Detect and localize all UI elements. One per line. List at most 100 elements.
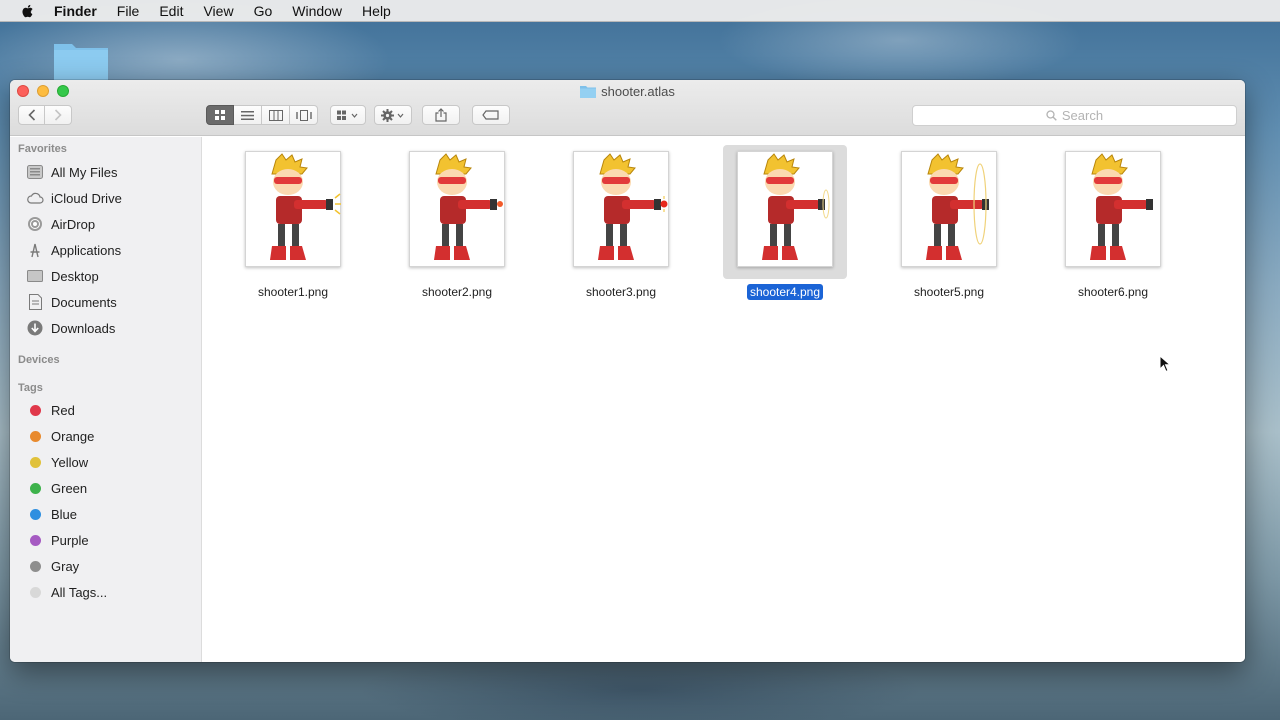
arrange-button[interactable] [330,105,366,125]
icon-view-button[interactable] [206,105,234,125]
tag-blue-dot-icon [30,508,41,520]
back-button[interactable] [18,105,45,125]
finder-window: shooter.atlas Search Favorites All My Fi… [10,80,1245,662]
tag-yellow-dot-icon [30,456,41,468]
gear-icon [381,108,404,122]
tag-all-dot-icon [30,586,41,598]
tag-orange-dot-icon [30,430,41,442]
file-thumb-bg [559,145,683,279]
search-field[interactable]: Search [912,105,1237,126]
sidebar-item-label: All My Files [51,164,118,180]
tags-header: Tags [18,382,43,394]
view-mode-control [206,105,318,125]
sidebar-item-label: Gray [51,558,80,574]
desktop-folder-icon[interactable] [52,38,110,82]
file-item[interactable]: shooter5.png [867,137,1017,307]
sidebar-item-label: Desktop [51,268,99,284]
sidebar-item-downloads[interactable]: Downloads [26,317,196,339]
file-grid: shooter1.png shooter2.png shooter3.png s… [203,137,1245,662]
sidebar-item-icloud-drive[interactable]: iCloud Drive [26,187,196,209]
tag-icon [482,110,499,120]
sidebar-item-label: Applications [51,242,122,258]
file-name-text: shooter2.png [421,285,493,299]
folder-icon [580,86,597,98]
menu-bar: Finder File Edit View Go Window Help [0,0,1280,22]
file-name: shooter1.png [211,285,375,299]
file-thumb-bg [887,145,1011,279]
file-item[interactable]: shooter3.png [539,137,689,307]
sidebar-all-tags[interactable]: All Tags... [26,581,196,603]
sidebar-item-desktop[interactable]: Desktop [26,265,196,287]
sidebar-tag-orange[interactable]: Orange [26,425,196,447]
action-button[interactable] [374,105,412,125]
sidebar: Favorites All My Files iCloud Drive AirD… [10,137,202,662]
sidebar-item-label: AirDrop [51,216,96,232]
sidebar-item-label: Green [51,480,88,496]
downloads-icon [26,319,44,337]
tags-button[interactable] [472,105,510,125]
sprite-thumbnail-icon [409,151,505,267]
sidebar-item-label: All Tags... [51,584,108,600]
menu-view[interactable]: View [203,3,233,19]
all-files-icon [26,163,44,181]
file-name-text: shooter3.png [585,285,657,299]
sidebar-tag-gray[interactable]: Gray [26,555,196,577]
menu-help[interactable]: Help [362,3,391,19]
coverflow-view-button[interactable] [290,105,318,125]
columns-icon [268,109,283,121]
list-view-button[interactable] [234,105,262,125]
file-name-text: shooter4.png [746,284,824,300]
menu-finder[interactable]: Finder [54,3,97,19]
sidebar-item-all-my-files[interactable]: All My Files [26,161,196,183]
sprite-thumbnail-icon [737,151,833,267]
grid-icon [215,110,225,120]
cloud-icon [26,189,44,207]
nav-buttons [18,105,72,125]
sidebar-item-airdrop[interactable]: AirDrop [26,213,196,235]
arrange-icon [337,110,358,120]
chevron-left-icon [27,109,35,121]
window-title-text: shooter.atlas [601,84,675,99]
title-bar: shooter.atlas Search [10,80,1245,136]
forward-button[interactable] [45,105,72,125]
sprite-thumbnail-icon [1065,151,1161,267]
search-placeholder: Search [1061,108,1104,123]
file-name-text: shooter6.png [1077,285,1149,299]
sidebar-item-label: iCloud Drive [51,190,122,206]
window-title: shooter.atlas [10,84,1245,99]
file-thumb-bg [723,145,847,279]
sidebar-tag-purple[interactable]: Purple [26,529,196,551]
sidebar-tag-yellow[interactable]: Yellow [26,451,196,473]
file-item[interactable]: shooter2.png [375,137,525,307]
sidebar-item-label: Red [51,402,75,418]
column-view-button[interactable] [262,105,290,125]
file-item[interactable]: shooter1.png [211,137,361,307]
tag-red-dot-icon [30,404,41,416]
coverflow-icon [295,109,312,121]
tag-green-dot-icon [30,482,41,494]
sidebar-item-label: Downloads [51,320,116,336]
file-item-selected[interactable]: shooter4.png [703,137,853,307]
tag-gray-dot-icon [30,560,41,572]
file-name-text: shooter5.png [913,285,985,299]
sidebar-item-label: Documents [51,294,117,310]
menu-file[interactable]: File [117,3,140,19]
sprite-thumbnail-icon [245,151,341,267]
sidebar-item-applications[interactable]: Applications [26,239,196,261]
menu-go[interactable]: Go [254,3,273,19]
file-name: shooter5.png [867,285,1031,299]
sidebar-tag-red[interactable]: Red [26,399,196,421]
share-button[interactable] [422,105,460,125]
apple-icon[interactable] [20,3,36,19]
file-name: shooter2.png [375,285,539,299]
sidebar-item-label: Orange [51,428,95,444]
sidebar-tag-blue[interactable]: Blue [26,503,196,525]
sidebar-item-label: Yellow [51,454,89,470]
file-item[interactable]: shooter6.png [1031,137,1181,307]
sidebar-item-label: Purple [51,532,89,548]
sidebar-tag-green[interactable]: Green [26,477,196,499]
menu-edit[interactable]: Edit [159,3,183,19]
airdrop-icon [26,215,44,233]
sidebar-item-documents[interactable]: Documents [26,291,196,313]
menu-window[interactable]: Window [292,3,342,19]
